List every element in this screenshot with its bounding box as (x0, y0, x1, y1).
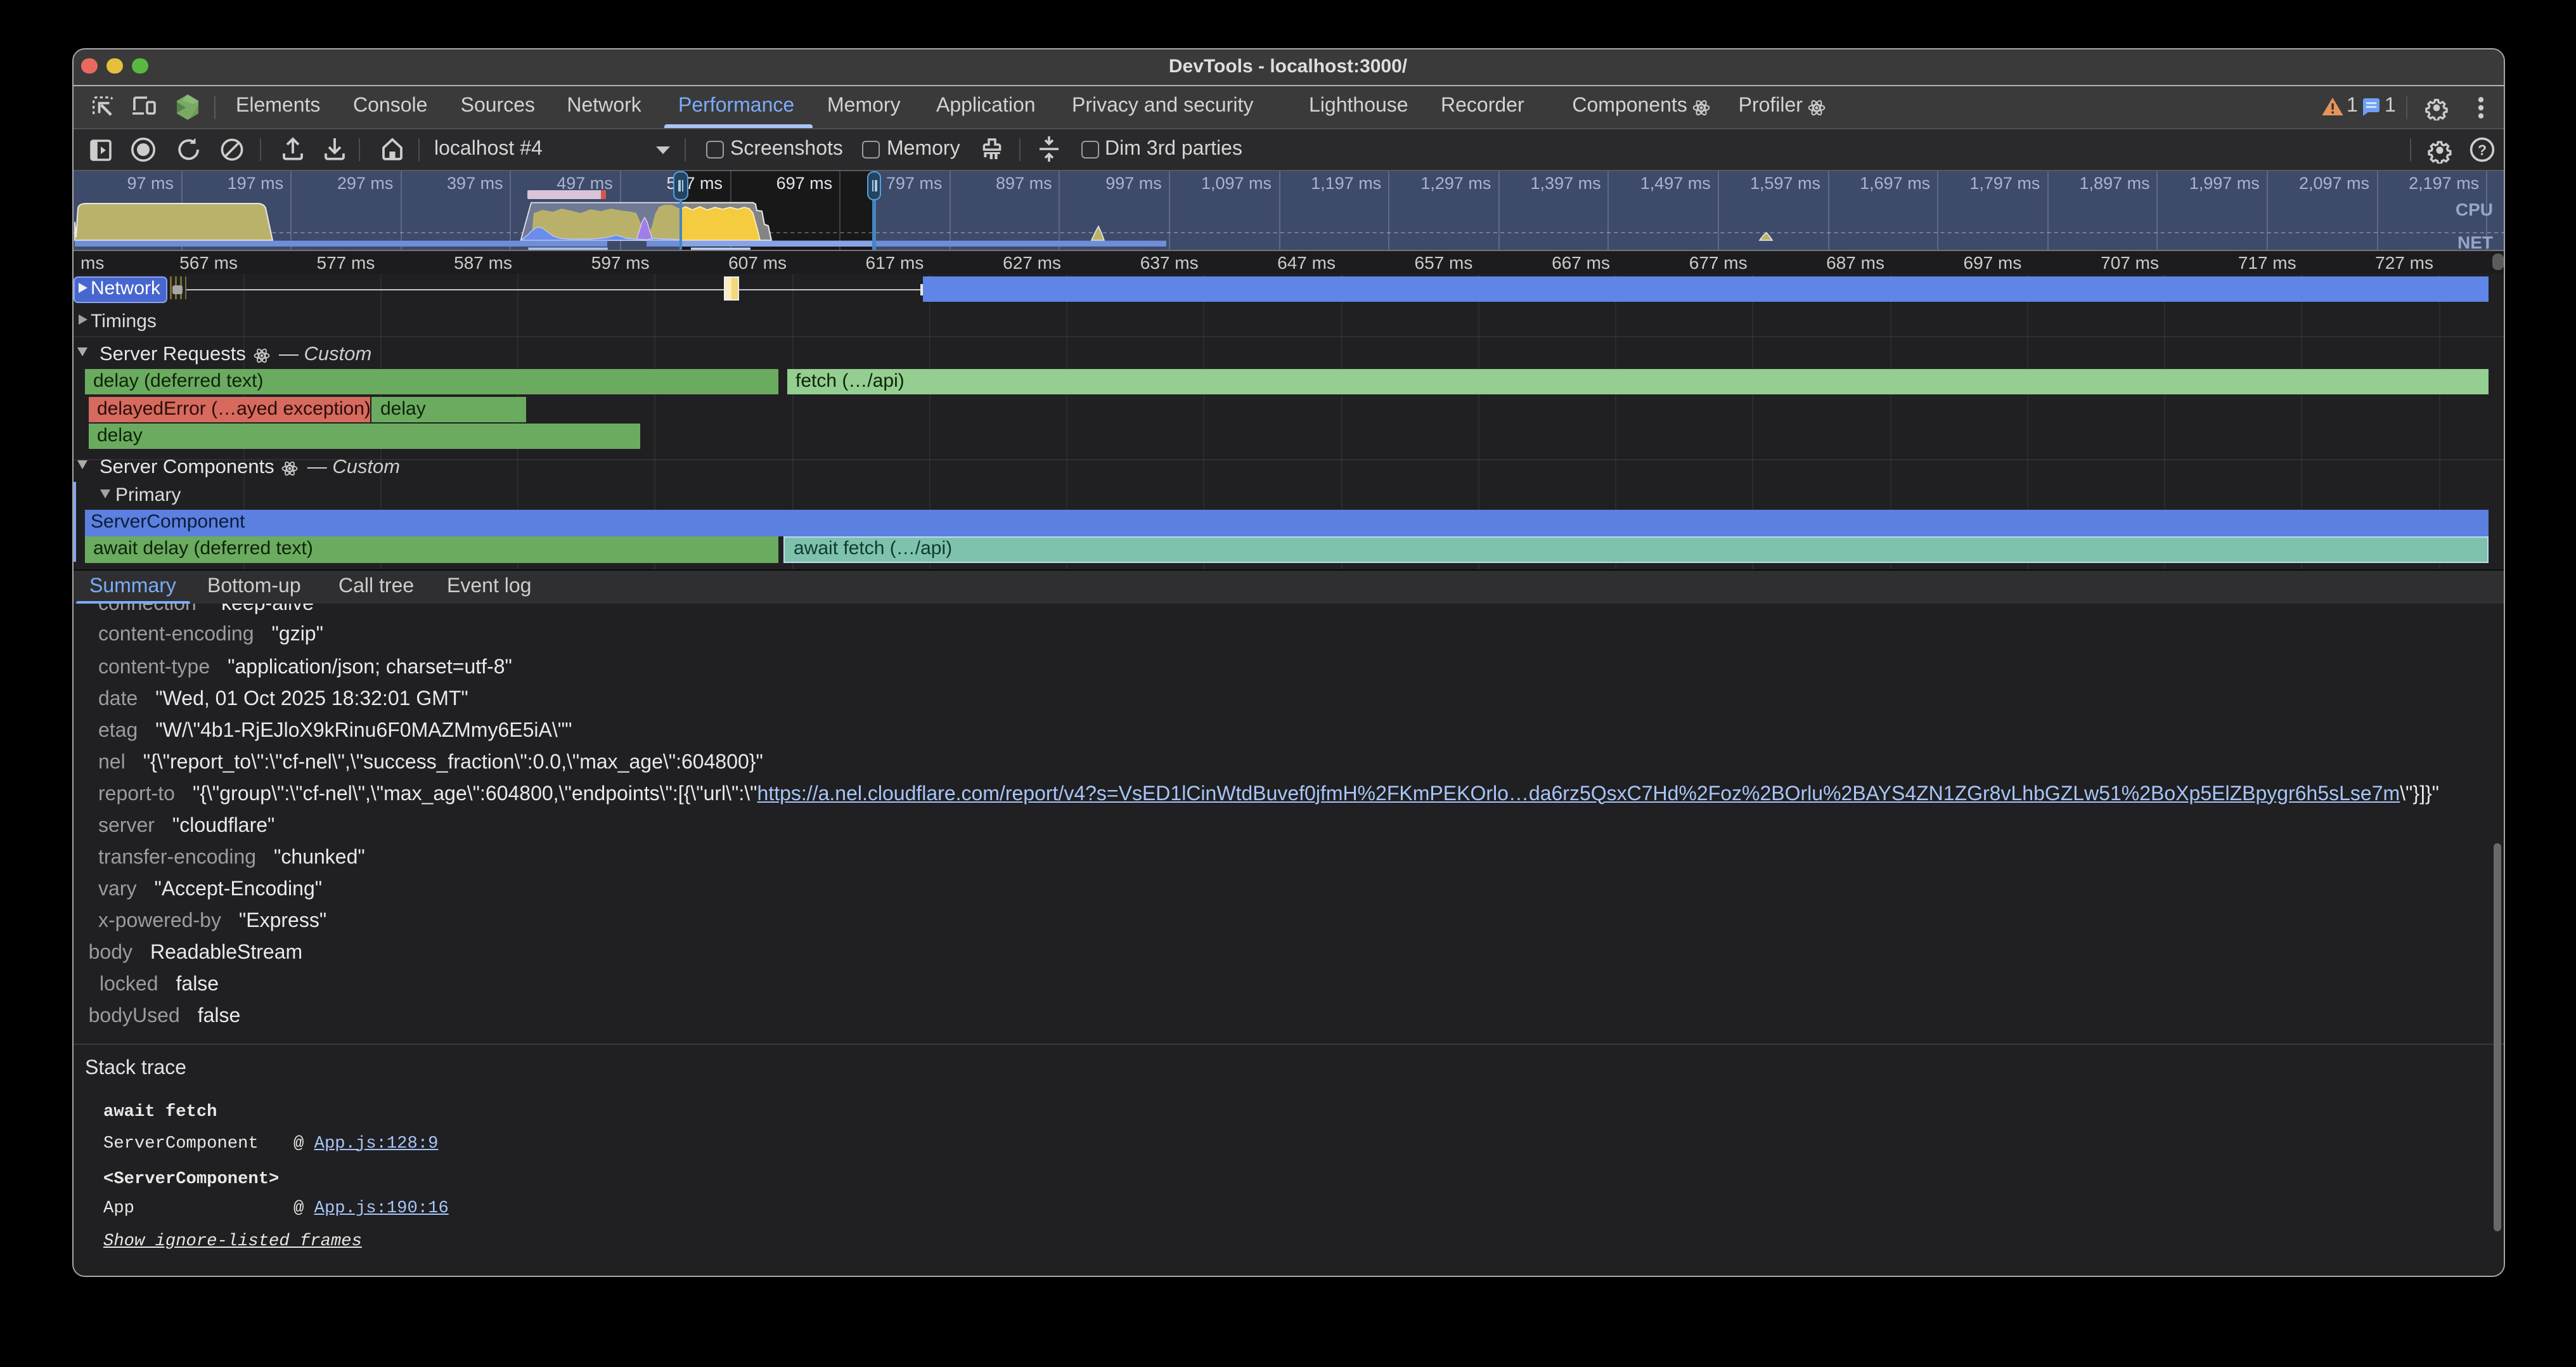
svg-text:?: ? (2477, 141, 2486, 158)
